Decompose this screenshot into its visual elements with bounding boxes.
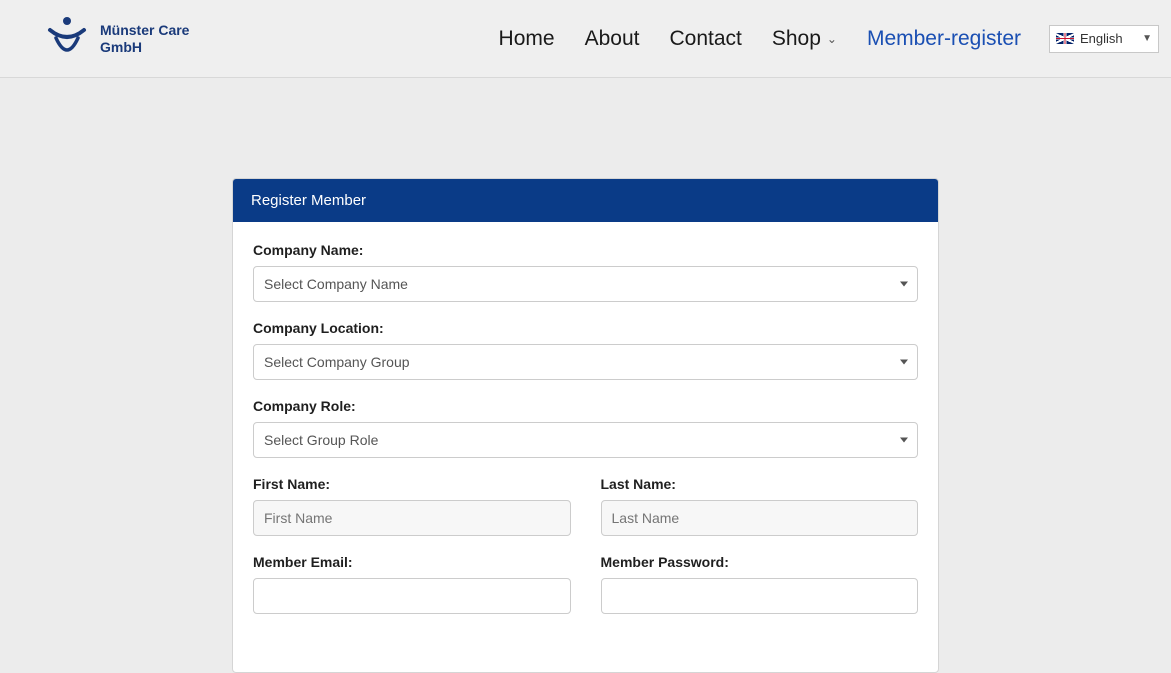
member-email-input[interactable] (253, 578, 571, 614)
company-name-label: Company Name: (253, 242, 918, 258)
last-name-input[interactable] (601, 500, 919, 536)
register-form: Company Name: Select Company Name Compan… (233, 222, 938, 672)
nav-about[interactable]: About (585, 27, 640, 51)
card-title: Register Member (233, 179, 938, 222)
language-selector[interactable]: English ▼ (1049, 25, 1159, 53)
language-label: English (1080, 31, 1123, 46)
company-role-label: Company Role: (253, 398, 918, 414)
company-location-label: Company Location: (253, 320, 918, 336)
member-password-label: Member Password: (601, 554, 919, 570)
company-name-select[interactable]: Select Company Name (253, 266, 918, 302)
first-name-label: First Name: (253, 476, 571, 492)
first-name-input[interactable] (253, 500, 571, 536)
site-header: Münster Care GmbH Home About Contact Sho… (0, 0, 1171, 78)
main-nav: Home About Contact Shop ⌄ Member-registe… (499, 27, 1021, 51)
caret-down-icon: ▼ (1142, 33, 1152, 44)
chevron-down-icon: ⌄ (827, 32, 837, 46)
nav-home[interactable]: Home (499, 27, 555, 51)
nav-contact[interactable]: Contact (669, 27, 741, 51)
uk-flag-icon (1056, 33, 1074, 44)
brand-name: Münster Care GmbH (100, 22, 189, 56)
company-role-select[interactable]: Select Group Role (253, 422, 918, 458)
brand-logo[interactable]: Münster Care GmbH (40, 12, 189, 66)
last-name-label: Last Name: (601, 476, 919, 492)
nav-member-register[interactable]: Member-register (867, 27, 1021, 51)
member-password-input[interactable] (601, 578, 919, 614)
logo-icon (40, 12, 94, 66)
register-card: Register Member Company Name: Select Com… (232, 178, 939, 673)
nav-shop[interactable]: Shop ⌄ (772, 27, 837, 51)
company-location-select[interactable]: Select Company Group (253, 344, 918, 380)
member-email-label: Member Email: (253, 554, 571, 570)
